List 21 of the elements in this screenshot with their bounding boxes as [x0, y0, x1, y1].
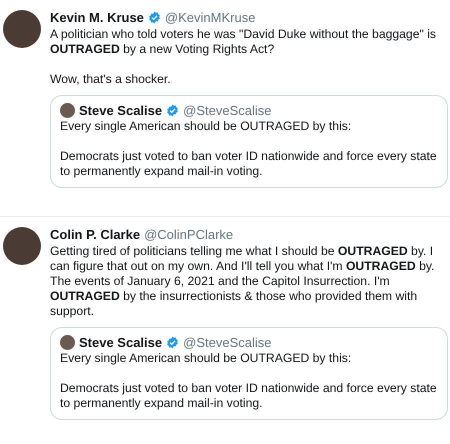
author-name: Steve Scalise — [79, 103, 162, 118]
author-name: Kevin M. Kruse — [50, 10, 144, 25]
tweet-text: Every single American should be OUTRAGED by this: — [60, 119, 352, 134]
quoted-tweet-card[interactable]: Steve Scalise @SteveScalise Every single American should be OUTRAGED by this: Democrats just voted to ban voter ID nationwide and force every state to permanently expand mail-in voting. — [50, 327, 448, 420]
quoted-tweet-card[interactable]: Steve Scalise @SteveScalise Every single American should be OUTRAGED by this: Democrats just voted to ban voter ID nationwide and force every state to permanently expand mail-in voting. — [50, 95, 448, 188]
avatar — [3, 227, 41, 265]
tweet-text: Democrats just voted to ban voter ID nationwide and force every state to permanently expand mail-in voting. — [60, 149, 438, 179]
author-name: Steve Scalise — [79, 335, 162, 350]
author-handle: @ColinPClarke — [144, 227, 234, 242]
author-handle: @SteveScalise — [183, 335, 272, 350]
tweet-text: Wow, that's a shocker. — [50, 72, 172, 87]
tweet-text: Every single American should be OUTRAGED by this: — [60, 351, 352, 366]
author-handle: @SteveScalise — [183, 103, 272, 118]
tweet-text: Getting tired of politicians telling me what I should be OUTRAGED by. I can figure that out on my own. And I'll tell you what I'm OUTRAGED by. The events of January 6, 2021 and the Capitol Insurrection. I'm OUTRAGED by the insurrectionists & those who provided them with support. — [50, 244, 436, 319]
tweet-text: A politician who told voters he was "David Duke without the baggage" is OUTRAGED by a new Voting Rights Act? — [50, 27, 438, 57]
author-handle: @KevinMKruse — [164, 10, 256, 25]
author-name: Colin P. Clarke — [50, 227, 140, 242]
tweet-text: Democrats just voted to ban voter ID nationwide and force every state to permanently expand mail-in voting. — [60, 381, 438, 411]
avatar — [60, 335, 75, 350]
avatar — [3, 10, 41, 48]
avatar — [60, 103, 75, 118]
